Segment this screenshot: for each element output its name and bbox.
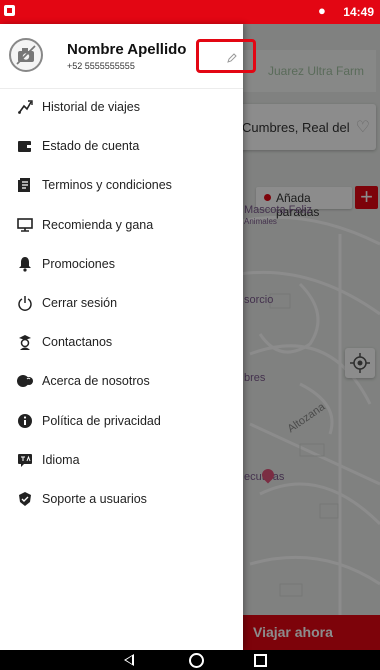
menu-item-label: Terminos y condiciones: [42, 178, 172, 192]
translate-icon: [18, 454, 32, 467]
menu-item-label: Promociones: [42, 257, 115, 271]
system-nav-bar: [0, 650, 380, 670]
edit-profile-highlight: [196, 39, 256, 73]
team-icon: [17, 375, 33, 387]
recents-icon[interactable]: [254, 654, 267, 667]
menu-item-label: Política de privacidad: [42, 414, 161, 428]
status-time: 14:49: [343, 5, 374, 19]
menu-item-privacy[interactable]: Política de privacidad: [0, 402, 243, 440]
menu-item-label: Estado de cuenta: [42, 139, 140, 153]
route-icon: [18, 100, 33, 114]
menu-item-label: Cerrar sesión: [42, 296, 118, 310]
document-icon: [18, 178, 30, 192]
avatar[interactable]: [9, 38, 43, 72]
location-icon: ●: [318, 3, 326, 18]
menu-item-label: Historial de viajes: [42, 100, 140, 114]
agent-icon: [19, 335, 31, 350]
wallet-icon: [18, 141, 32, 152]
bell-icon: [19, 257, 31, 272]
power-icon: [18, 296, 32, 311]
menu-item-refer[interactable]: Recomienda y gana: [0, 206, 243, 244]
status-bar: ● 14:49: [0, 0, 380, 24]
info-icon: [18, 414, 32, 428]
back-icon[interactable]: [124, 654, 134, 666]
menu-item-account-statement[interactable]: Estado de cuenta: [0, 127, 243, 165]
menu-item-promotions[interactable]: Promociones: [0, 245, 243, 283]
menu-item-terms[interactable]: Terminos y condiciones: [0, 166, 243, 204]
menu-item-contact[interactable]: Contactanos: [0, 323, 243, 361]
menu-item-label: Idioma: [42, 453, 80, 467]
menu-item-about[interactable]: Acerca de nosotros: [0, 362, 243, 400]
monitor-icon: [17, 218, 33, 232]
notification-icon: [4, 5, 15, 16]
support-icon: [19, 492, 31, 506]
menu-item-label: Contactanos: [42, 335, 113, 349]
menu-item-logout[interactable]: Cerrar sesión: [0, 284, 243, 322]
menu-item-label: Soporte a usuarios: [42, 492, 147, 506]
menu-item-label: Acerca de nosotros: [42, 374, 150, 388]
home-icon[interactable]: [189, 653, 204, 668]
menu-item-language[interactable]: Idioma: [0, 441, 243, 479]
profile-phone: +52 5555555555: [67, 61, 135, 71]
profile-name: Nombre Apellido: [67, 41, 187, 58]
menu-item-trip-history[interactable]: Historial de viajes: [0, 88, 243, 126]
no-photo-icon: [16, 45, 36, 65]
menu-item-support[interactable]: Soporte a usuarios: [0, 480, 243, 518]
menu-item-label: Recomienda y gana: [42, 218, 154, 232]
navigation-drawer: Nombre Apellido +52 5555555555 Historial…: [0, 24, 256, 650]
